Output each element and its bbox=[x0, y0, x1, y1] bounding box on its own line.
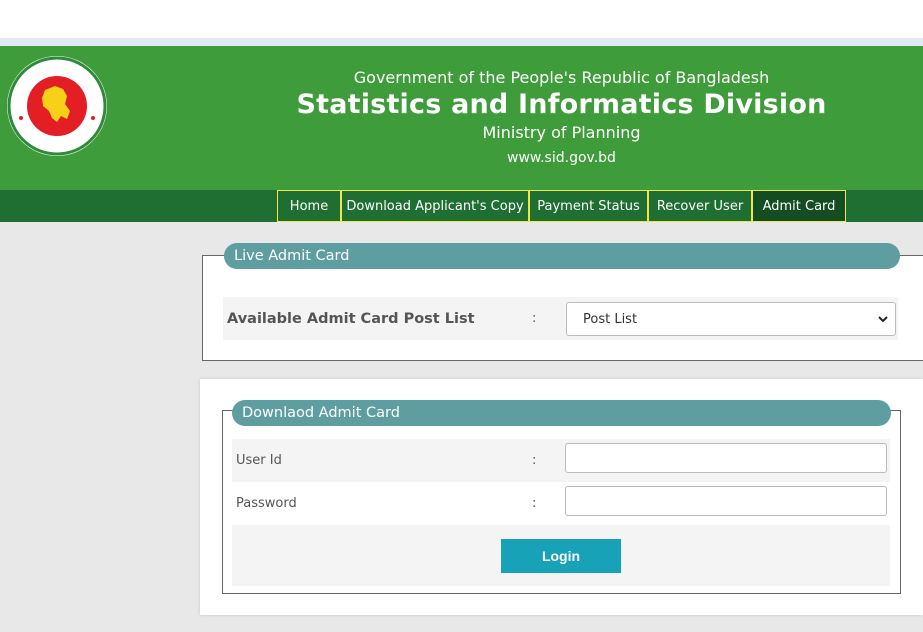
user-id-input[interactable] bbox=[565, 443, 887, 473]
post-list-select[interactable]: Post List bbox=[566, 302, 896, 336]
live-admit-card-legend: Live Admit Card bbox=[224, 243, 900, 269]
header-government-line: Government of the People's Republic of B… bbox=[353, 68, 770, 87]
main-nav: Home Download Applicant's Copy Payment S… bbox=[0, 190, 923, 222]
post-list-select-value: Post List bbox=[583, 311, 638, 327]
user-id-label: User Id bbox=[236, 453, 282, 468]
password-label: Password bbox=[236, 496, 297, 511]
nav-home[interactable]: Home bbox=[277, 190, 341, 222]
header-website: www.sid.gov.bd bbox=[507, 150, 616, 166]
nav-payment-status[interactable]: Payment Status bbox=[529, 190, 648, 222]
browser-top-area bbox=[0, 0, 923, 38]
bangladesh-government-seal-icon bbox=[7, 56, 107, 156]
download-admit-card-legend: Downlaod Admit Card bbox=[232, 400, 891, 426]
nav-admit-card[interactable]: Admit Card bbox=[752, 190, 846, 222]
post-list-colon: : bbox=[532, 311, 537, 326]
nav-recover-user[interactable]: Recover User bbox=[648, 190, 752, 222]
user-id-colon: : bbox=[532, 453, 537, 468]
chevron-down-icon bbox=[878, 316, 888, 323]
password-colon: : bbox=[532, 496, 537, 511]
header-ministry: Ministry of Planning bbox=[482, 123, 641, 142]
page-title: Statistics and Informatics Division bbox=[296, 89, 827, 120]
login-button[interactable]: Login bbox=[501, 539, 621, 573]
post-list-label: Available Admit Card Post List bbox=[227, 310, 475, 327]
top-strip bbox=[0, 38, 923, 46]
password-input[interactable] bbox=[565, 486, 887, 516]
site-header: Government of the People's Republic of B… bbox=[0, 46, 923, 190]
nav-download-applicants-copy[interactable]: Download Applicant's Copy bbox=[341, 190, 529, 222]
